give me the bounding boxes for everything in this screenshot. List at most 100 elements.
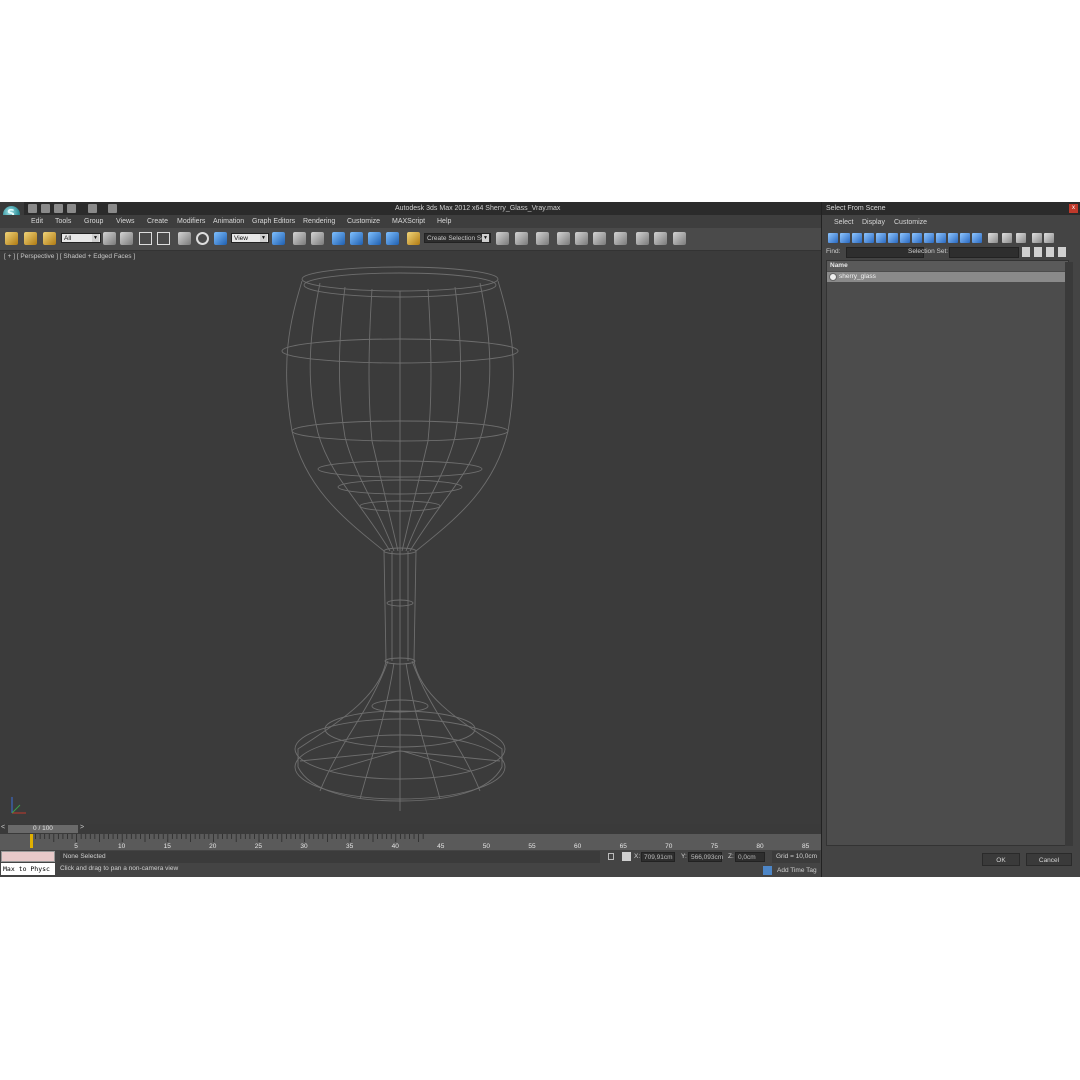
selection-set-button-4[interactable] [1058,247,1066,257]
time-slider-thumb[interactable]: 0 / 100 [8,825,78,833]
menu-modifiers[interactable]: Modifiers [177,218,205,225]
display-xrefs-icon[interactable] [912,233,922,243]
rotate-icon[interactable] [196,232,209,245]
track-bar-label: 55 [528,843,536,850]
chevron-down-icon: ▼ [482,234,489,242]
object-list[interactable]: Name sherry_glass [826,260,1069,846]
select-all-icon[interactable] [988,233,998,243]
z-coord-field[interactable]: 0,0cm [735,852,765,862]
display-bones-icon[interactable] [924,233,934,243]
open-file-icon[interactable] [41,204,50,213]
select-and-link-icon[interactable] [5,232,18,245]
time-slider-prev-button[interactable]: < [1,824,5,831]
select-object-icon[interactable] [103,232,116,245]
list-item[interactable]: sherry_glass [827,272,1065,282]
display-all-icon[interactable] [972,233,982,243]
selection-set-button-2[interactable] [1034,247,1042,257]
project-folder-icon[interactable] [108,204,117,213]
keyboard-shortcut-override-icon[interactable] [311,232,324,245]
graphite-ribbon-icon[interactable] [557,232,570,245]
dialog-menu-customize[interactable]: Customize [894,219,927,226]
material-editor-icon[interactable] [614,232,627,245]
display-helpers-icon[interactable] [876,233,886,243]
column-header-name[interactable]: Name [827,261,1068,271]
menu-views[interactable]: Views [116,218,135,225]
time-tag-icon[interactable] [763,866,772,875]
unlink-icon[interactable] [24,232,37,245]
align-icon[interactable] [515,232,528,245]
menu-animation[interactable]: Animation [213,218,244,225]
display-cameras-icon[interactable] [864,233,874,243]
named-selection-set-dropdown[interactable]: Create Selection Se ▼ [424,233,491,243]
menu-tools[interactable]: Tools [55,218,71,225]
layer-manager-icon[interactable] [536,232,549,245]
render-production-icon[interactable] [673,232,686,245]
menu-customize[interactable]: Customize [347,218,380,225]
add-time-tag-button[interactable]: Add Time Tag [777,867,817,874]
redo-icon[interactable] [88,204,97,213]
selection-set-button-3[interactable] [1046,247,1054,257]
display-geometry-icon[interactable] [828,233,838,243]
menu-help[interactable]: Help [437,218,451,225]
display-lights-icon[interactable] [852,233,862,243]
time-slider[interactable]: < 0 / 100 > [0,824,821,834]
render-setup-icon[interactable] [636,232,649,245]
undo-icon[interactable] [67,204,76,213]
save-file-icon[interactable] [54,204,63,213]
schematic-view-icon[interactable] [593,232,606,245]
edit-named-selection-icon[interactable] [407,232,420,245]
maxscript-mini-listener[interactable]: Max to Physc [1,863,55,875]
bind-to-space-warp-icon[interactable] [43,232,56,245]
selection-set-button-1[interactable] [1022,247,1030,257]
track-bar[interactable]: 5 10 15 20 25 30 35 40 45 50 55 60 65 70 75 80 85 [0,834,821,850]
spinner-snap-icon[interactable] [386,232,399,245]
x-coord-field[interactable]: 709,91cm [641,852,675,862]
selection-set-dropdown[interactable] [949,247,1019,258]
select-by-name-icon[interactable] [120,232,133,245]
scale-icon[interactable] [214,232,227,245]
display-groups-icon[interactable] [900,233,910,243]
snaps-toggle-icon[interactable] [332,232,345,245]
new-file-icon[interactable] [28,204,37,213]
menu-graph-editors[interactable]: Graph Editors [252,218,295,225]
menu-create[interactable]: Create [147,218,168,225]
close-icon[interactable]: x [1069,204,1078,213]
perspective-viewport[interactable]: [ + ] [ Perspective ] [ Shaded + Edged F… [0,251,821,824]
mirror-icon[interactable] [496,232,509,245]
menu-rendering[interactable]: Rendering [303,218,335,225]
absolute-mode-icon[interactable] [622,852,631,861]
display-containers-icon[interactable] [936,233,946,243]
display-space-warps-icon[interactable] [888,233,898,243]
menu-edit[interactable]: Edit [31,218,43,225]
display-shapes-icon[interactable] [840,233,850,243]
dialog-menu-select[interactable]: Select [834,219,853,226]
ok-button[interactable]: OK [982,853,1020,866]
cancel-button[interactable]: Cancel [1026,853,1072,866]
rendered-frame-window-icon[interactable] [654,232,667,245]
select-invert-icon[interactable] [1016,233,1026,243]
dialog-menu-display[interactable]: Display [862,219,885,226]
angle-snap-icon[interactable] [350,232,363,245]
pivot-center-icon[interactable] [272,232,285,245]
list-scrollbar[interactable] [1065,262,1073,846]
menu-maxscript[interactable]: MAXScript [392,218,425,225]
filter-options-icon[interactable] [1044,233,1054,243]
select-none-icon[interactable] [1002,233,1012,243]
percent-snap-icon[interactable] [368,232,381,245]
menu-group[interactable]: Group [84,218,103,225]
current-frame-marker[interactable] [30,834,33,848]
selection-filter-dropdown[interactable]: All ▼ [61,233,101,243]
display-hidden-icon[interactable] [960,233,970,243]
window-crossing-icon[interactable] [157,232,170,245]
selection-lock-icon[interactable] [608,853,614,860]
move-icon[interactable] [178,232,191,245]
time-slider-next-button[interactable]: > [80,824,84,831]
display-frozen-icon[interactable] [948,233,958,243]
filter-icon[interactable] [1032,233,1042,243]
y-coord-field[interactable]: 566,093cm [688,852,723,862]
select-manipulate-icon[interactable] [293,232,306,245]
curve-editor-icon[interactable] [575,232,588,245]
rectangular-selection-icon[interactable] [139,232,152,245]
reference-coordinate-dropdown[interactable]: View ▼ [231,233,269,243]
maxscript-listener-box[interactable] [1,851,55,862]
